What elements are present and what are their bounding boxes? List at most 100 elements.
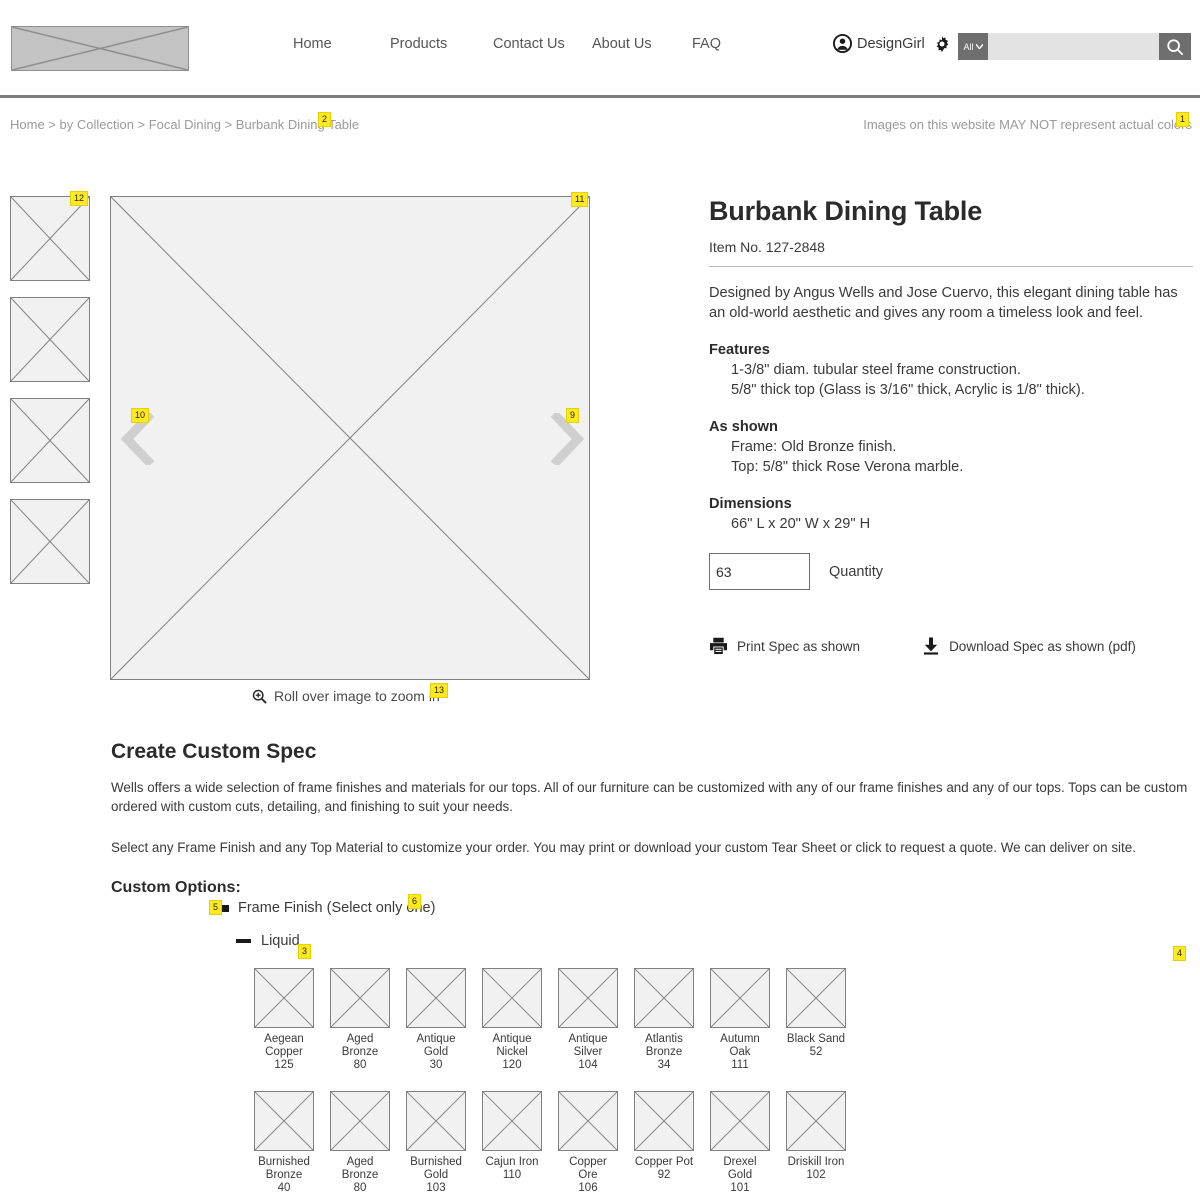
swatch-item[interactable]: Drexel Gold 101 (710, 1091, 770, 1195)
swatch-name: Burnished Gold (410, 1156, 462, 1181)
swatch-image (406, 1091, 466, 1151)
nav-link-faq[interactable]: FAQ (692, 36, 721, 52)
swatch-item[interactable]: Antique Nickel 120 (482, 968, 542, 1072)
swatch-code: 106 (578, 1182, 598, 1194)
image-placeholder-icon (711, 969, 769, 1027)
swatch-name: Atlantis Bronze (645, 1033, 683, 1058)
swatch-image (406, 968, 466, 1028)
swatch-item[interactable]: Driskill Iron 102 (786, 1091, 846, 1195)
quantity-row: Quantity (709, 553, 1193, 590)
swatch-item[interactable]: Black Sand 52 (786, 968, 846, 1072)
swatch-image (330, 1091, 390, 1151)
swatch-item[interactable]: Aged Bronze 80 (330, 968, 390, 1072)
swatch-code: 34 (657, 1059, 671, 1071)
swatch-item[interactable]: Atlantis Bronze 34 (634, 968, 694, 1072)
search-button[interactable] (1159, 33, 1191, 60)
swatch-item[interactable]: Burnished Bronze 40 (254, 1091, 314, 1195)
breadcrumb[interactable]: Home > by Collection > Focal Dining > Bu… (10, 117, 359, 132)
page-title: Burbank Dining Table (709, 196, 983, 226)
swatch-name: Burnished Bronze (258, 1156, 310, 1181)
swatch-name: Antique Silver (568, 1033, 608, 1058)
annotation-badge-2: 2 (318, 112, 332, 127)
custom-spec-heading: Create Custom Spec (111, 740, 317, 763)
nav-link-contact-us[interactable]: Contact Us (493, 36, 565, 52)
nav-link-about-us[interactable]: About Us (592, 36, 652, 52)
features-section: Features 1-3/8" diam. tubular steel fram… (709, 342, 1193, 400)
swatch-item[interactable]: Antique Silver 104 (558, 968, 618, 1072)
color-disclaimer-notice: Images on this website MAY NOT represent… (863, 117, 1192, 132)
swatch-name: Driskill Iron (787, 1156, 845, 1168)
gear-icon[interactable] (934, 35, 950, 52)
print-spec-button[interactable]: Print Spec as shown (709, 637, 860, 655)
zoom-hint: Roll over image to zoom in (252, 688, 440, 704)
swatch-image (254, 968, 314, 1028)
swatch-code: 110 (502, 1169, 522, 1181)
swatch-item[interactable]: Autumn Oak 111 (710, 968, 770, 1072)
download-icon (924, 637, 939, 655)
swatch-name: Aged Bronze (341, 1033, 379, 1058)
swatch-name: Antique Nickel (492, 1033, 532, 1058)
image-placeholder-icon (11, 500, 89, 583)
swatch-code: 120 (502, 1059, 522, 1071)
swatch-name: Copper Pot (634, 1156, 694, 1168)
search-category-label: All (963, 41, 974, 52)
custom-spec-paragraph-2: Select any Frame Finish and any Top Mate… (111, 840, 1136, 855)
image-placeholder-icon (711, 1092, 769, 1150)
custom-spec-section: Create Custom Spec Wells offers a wide s… (111, 740, 1189, 897)
download-spec-label: Download Spec as shown (pdf) (949, 638, 1136, 654)
feature-line: 1-3/8" diam. tubular steel frame constru… (731, 362, 1021, 378)
swatch-item[interactable]: Antique Gold 30 (406, 968, 466, 1072)
site-header: Home Products Contact Us About Us FAQ De… (0, 0, 1200, 98)
annotation-badge-12: 12 (70, 191, 89, 206)
quantity-input[interactable] (709, 553, 810, 590)
swatch-image (710, 1091, 770, 1151)
swatch-image (558, 968, 618, 1028)
dimensions-line: 66" L x 20" W x 29" H (731, 516, 871, 532)
search-icon (1167, 38, 1184, 55)
tree-collapse-icon[interactable] (236, 939, 251, 943)
swatch-image (786, 1091, 846, 1151)
account-menu[interactable]: DesignGirl (833, 34, 950, 53)
swatch-name: Drexel Gold (723, 1156, 757, 1181)
printer-icon (709, 637, 728, 655)
features-heading: Features (709, 342, 770, 358)
thumbnail-item[interactable] (10, 499, 90, 584)
swatch-item[interactable]: Aged Bronze 80 (330, 1091, 390, 1195)
item-number: Item No. 127-2848 (709, 239, 825, 255)
swatch-item[interactable]: Copper Ore 106 (558, 1091, 618, 1195)
nav-link-home[interactable]: Home (293, 36, 332, 52)
product-description: Designed by Angus Wells and Jose Cuervo,… (709, 285, 1178, 321)
swatch-code: 80 (353, 1182, 367, 1194)
thumbnail-item[interactable] (10, 398, 90, 483)
liquid-group-label: Liquid (261, 933, 300, 949)
chevron-down-icon (975, 44, 983, 49)
swatch-item[interactable]: Cajun Iron 110 (482, 1091, 542, 1195)
search-input[interactable] (988, 33, 1159, 60)
header-divider (0, 95, 1200, 98)
liquid-group-row[interactable]: Liquid (222, 933, 1182, 949)
download-spec-button[interactable]: Download Spec as shown (pdf) (922, 637, 1136, 655)
dimensions-heading: Dimensions (709, 496, 792, 512)
nav-link-products[interactable]: Products (390, 36, 447, 52)
thumbnail-item[interactable] (10, 297, 90, 382)
swatch-item[interactable]: Copper Pot 92 (634, 1091, 694, 1195)
image-placeholder-icon (407, 1092, 465, 1150)
search-category-dropdown[interactable]: All (958, 33, 988, 60)
info-divider (709, 266, 1193, 267)
thumbnail-list (10, 196, 90, 600)
feature-line: 5/8" thick top (Glass is 3/16" thick, Ac… (731, 382, 1085, 398)
swatch-code: 103 (426, 1182, 446, 1194)
image-placeholder-icon (787, 1092, 845, 1150)
annotation-badge-5: 5 (209, 900, 223, 915)
thumbnail-item[interactable] (10, 196, 90, 281)
image-placeholder-icon (11, 399, 89, 482)
main-product-image[interactable] (110, 196, 590, 680)
site-logo[interactable] (11, 26, 189, 71)
swatch-item[interactable]: Burnished Gold 103 (406, 1091, 466, 1195)
quantity-label: Quantity (829, 563, 883, 580)
swatch-name: Antique Gold (416, 1033, 456, 1058)
image-placeholder-icon (255, 1092, 313, 1150)
frame-finish-title-row[interactable]: Frame Finish (Select only one) (222, 900, 1182, 916)
frame-finish-group: Frame Finish (Select only one) Liquid Ae… (222, 900, 1182, 1195)
swatch-item[interactable]: Aegean Copper 125 (254, 968, 314, 1072)
